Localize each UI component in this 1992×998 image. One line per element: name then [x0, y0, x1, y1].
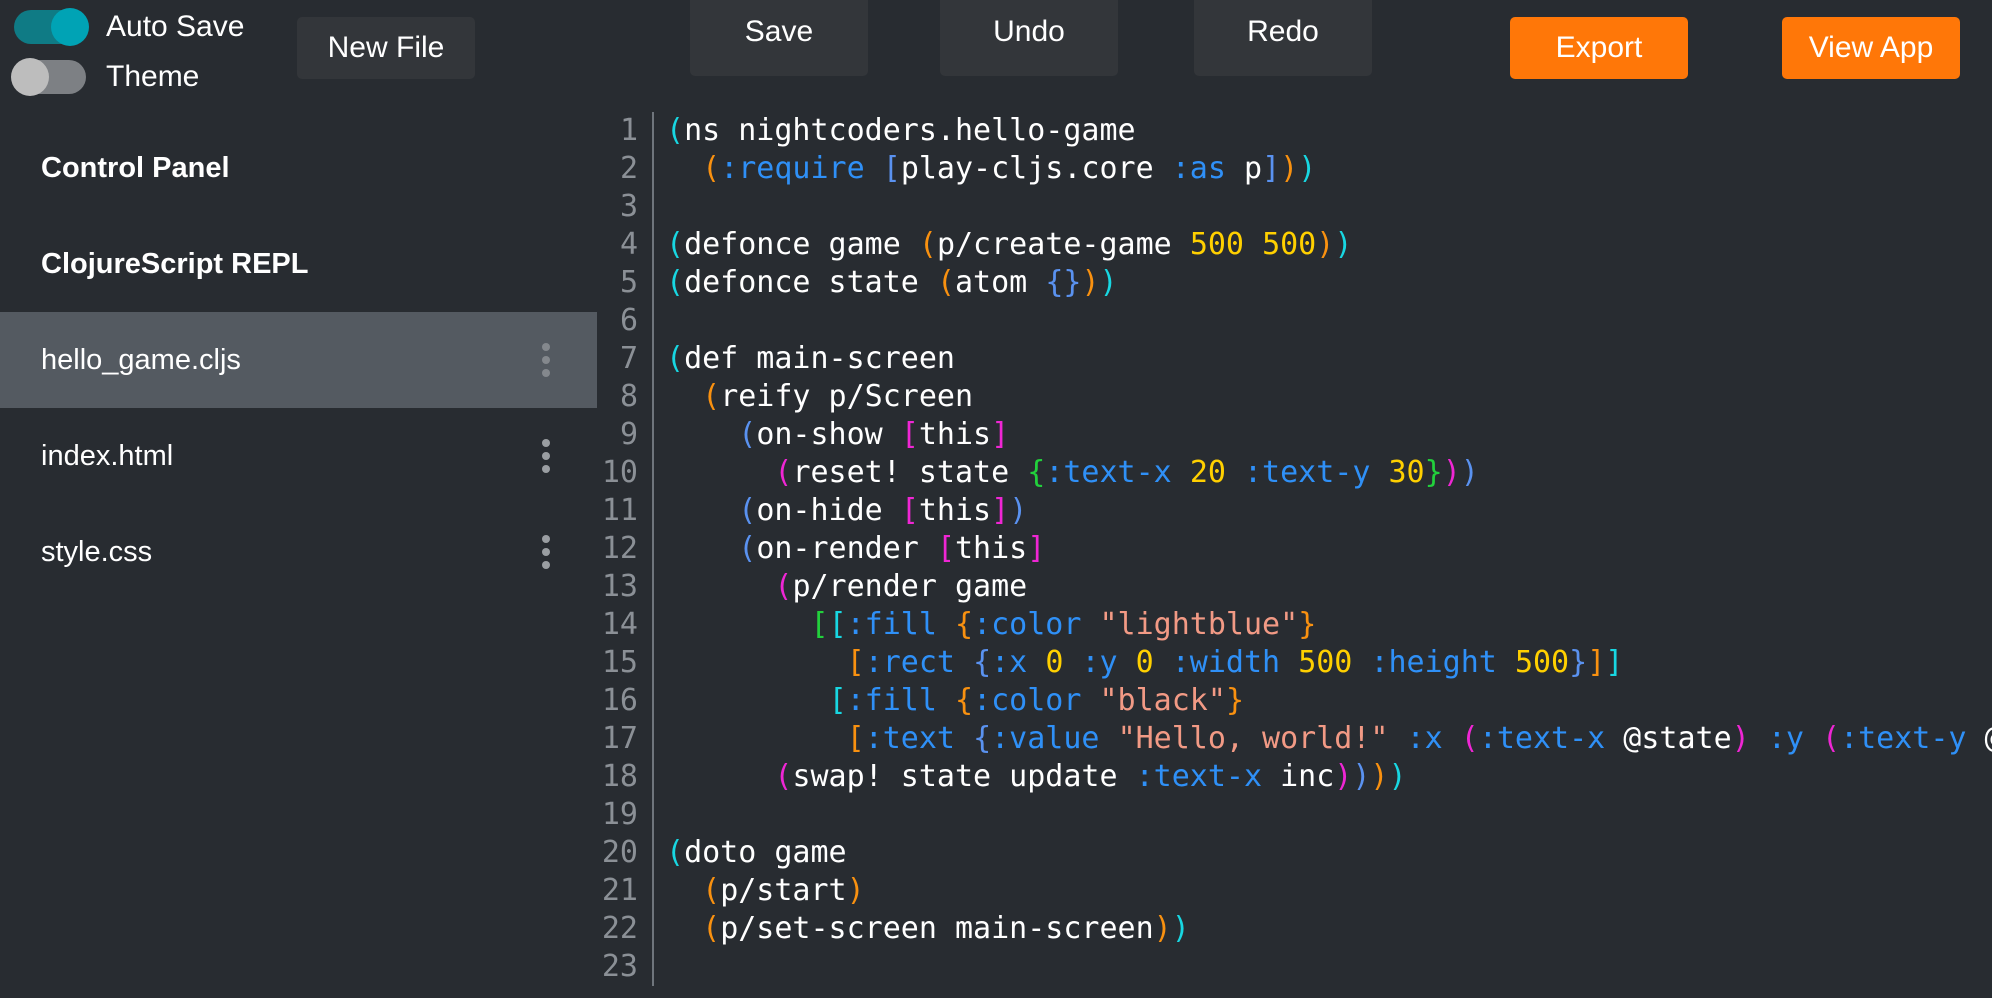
view-app-button[interactable]: View App: [1782, 17, 1960, 79]
code-editor[interactable]: 1 2 3 4 5 6 7 8 9 10 11 12 13 14 15 16 17 18 19 20 21 22 23 (n…: [597, 100, 1992, 998]
auto-save-label: Auto Save: [106, 10, 245, 43]
code-line: (defonce game (p/create-game 500 500)): [666, 227, 1353, 262]
kebab-menu-icon[interactable]: [542, 535, 550, 569]
line-number: 6: [619, 303, 638, 338]
code-line: (p/start): [702, 873, 865, 908]
line-number: 8: [619, 379, 638, 414]
theme-toggle-knob: [11, 58, 49, 96]
app-root: Auto Save Theme New File Save Undo Redo …: [0, 0, 1992, 998]
line-number: 17: [601, 721, 638, 756]
file-name-label: style.css: [41, 535, 153, 568]
code-area: 1 2 3 4 5 6 7 8 9 10 11 12 13 14 15 16 17 18 19 20 21 22 23 (n…: [597, 100, 1992, 986]
file-name-label: hello_game.cljs: [41, 343, 241, 376]
file-name-label: index.html: [41, 439, 174, 472]
code-line: (defonce state (atom {})): [666, 265, 1118, 300]
line-number: 12: [601, 531, 638, 566]
kebab-menu-icon[interactable]: [542, 343, 550, 377]
export-button[interactable]: Export: [1510, 17, 1688, 79]
line-number: 3: [619, 189, 638, 224]
sidebar-heading-control-panel[interactable]: Control Panel: [0, 120, 597, 216]
kebab-menu-icon[interactable]: [542, 439, 550, 473]
line-number: 9: [619, 417, 638, 452]
sidebar: Control Panel ClojureScript REPL hello_g…: [0, 100, 597, 998]
line-number: 7: [619, 341, 638, 376]
line-number: 1: [619, 113, 638, 148]
code-line: [:fill {:color "black"}: [828, 683, 1244, 718]
line-number: 14: [601, 607, 638, 642]
line-number: 20: [601, 835, 638, 870]
code-line: (swap! state update :text-x inc)))): [774, 759, 1407, 794]
code-line: (reify p/Screen: [702, 379, 974, 414]
new-file-button[interactable]: New File: [297, 17, 475, 79]
code-line: (on-render [this]: [738, 531, 1046, 566]
toggle-theme-row: Theme: [11, 52, 284, 102]
line-number: 2: [619, 151, 638, 186]
line-number: 19: [601, 797, 638, 832]
code-line: (ns nightcoders.hello-game: [666, 113, 1136, 148]
line-number: 10: [601, 455, 638, 490]
theme-label: Theme: [106, 60, 200, 93]
save-button[interactable]: Save: [690, 0, 868, 76]
theme-toggle[interactable]: [11, 58, 86, 96]
code-line: (p/render game: [774, 569, 1028, 604]
line-number: 16: [601, 683, 638, 718]
code-line: [[:fill {:color "lightblue"}: [810, 607, 1317, 642]
top-toolbar: Auto Save Theme New File Save Undo Redo …: [0, 0, 1992, 100]
toggle-group: Auto Save Theme: [11, 2, 284, 102]
line-number: 13: [601, 569, 638, 604]
code-line: [:text {:value "Hello, world!" :x (:text…: [846, 721, 1992, 756]
auto-save-toggle[interactable]: [14, 8, 89, 46]
line-number: 23: [601, 949, 638, 984]
line-number-gutter: 1 2 3 4 5 6 7 8 9 10 11 12 13 14 15 16 17 18 19 20 21 22 23: [597, 112, 654, 986]
code-line: (doto game: [666, 835, 847, 870]
sidebar-item-index-html[interactable]: index.html: [0, 408, 597, 504]
line-number: 4: [619, 227, 638, 262]
line-number: 15: [601, 645, 638, 680]
code-line: (on-hide [this]): [738, 493, 1028, 528]
code-line: (reset! state {:text-x 20 :text-y 30})): [774, 455, 1479, 490]
line-number: 11: [601, 493, 638, 528]
line-number: 21: [601, 873, 638, 908]
sidebar-item-hello-game-cljs[interactable]: hello_game.cljs: [0, 312, 597, 408]
code-line: (:require [play-cljs.core :as p])): [702, 151, 1317, 186]
toggle-auto-save-row: Auto Save: [14, 2, 284, 52]
code-line: [:rect {:x 0 :y 0 :width 500 :height 500…: [846, 645, 1624, 680]
undo-button[interactable]: Undo: [940, 0, 1118, 76]
sidebar-item-style-css[interactable]: style.css: [0, 504, 597, 600]
code-line: (p/set-screen main-screen)): [702, 911, 1190, 946]
code-content[interactable]: (ns nightcoders.hello-game (:require [pl…: [654, 112, 1992, 986]
line-number: 5: [619, 265, 638, 300]
sidebar-heading-clojurescript-repl[interactable]: ClojureScript REPL: [0, 216, 597, 312]
code-line: (def main-screen: [666, 341, 955, 376]
redo-button[interactable]: Redo: [1194, 0, 1372, 76]
auto-save-toggle-knob: [51, 8, 89, 46]
line-number: 18: [601, 759, 638, 794]
line-number: 22: [601, 911, 638, 946]
code-line: (on-show [this]: [738, 417, 1010, 452]
